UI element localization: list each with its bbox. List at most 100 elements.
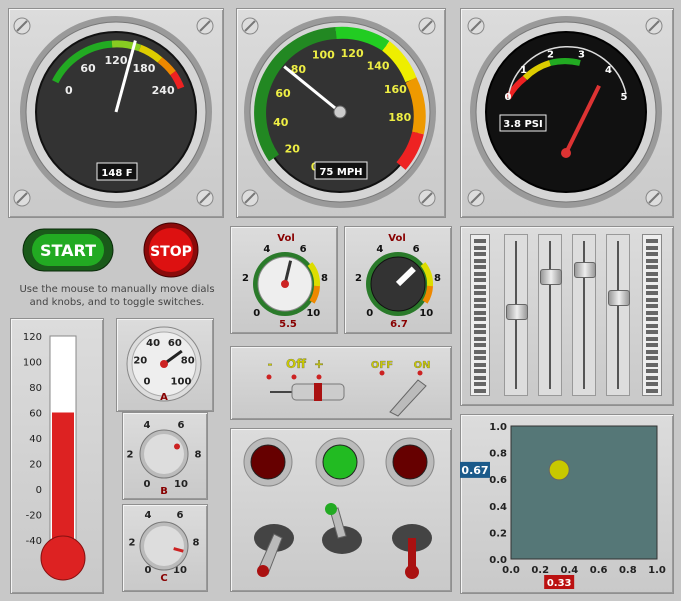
level-meter-segment: [646, 375, 658, 380]
speed-tick-label: 40: [273, 116, 289, 129]
thermometer[interactable]: 120 100 80 60 40 20 0 -20 -40: [10, 318, 102, 592]
start-button[interactable]: START: [22, 228, 114, 272]
thermometer-fill: [52, 412, 74, 554]
dial-a-label: A: [160, 392, 168, 403]
knob-b-label: B: [160, 486, 168, 497]
speed-tick-label: 100: [312, 48, 335, 61]
on-off-toggle-switch[interactable]: [389, 379, 427, 417]
level-meter-segment: [474, 369, 486, 373]
pressure-tick-label: 3: [578, 50, 585, 61]
level-meter-segment: [646, 310, 658, 315]
slider-track-2[interactable]: [538, 234, 562, 396]
xy-pad-y-tick-label: 0.2: [489, 528, 507, 539]
level-meter-segment: [646, 323, 658, 328]
dial-a[interactable]: 0 20 40 60 80 100 A: [116, 318, 212, 410]
level-meter-segment: [474, 297, 486, 302]
level-meter-segment: [646, 252, 658, 256]
xy-pad-x-readout: 0.33: [547, 578, 572, 589]
volume-knob-1-tick-label: 6: [300, 244, 307, 255]
slider-track-1[interactable]: [504, 234, 528, 396]
level-meter-segment: [646, 265, 658, 269]
level-meter-right: [642, 234, 662, 396]
xy-pad-y-readout: 0.67: [461, 464, 488, 477]
three-way-slide-switch[interactable]: [270, 383, 345, 401]
level-meter-segment: [474, 284, 486, 289]
slider-thumb-4[interactable]: [608, 290, 630, 306]
slider-thumb-3[interactable]: [574, 262, 596, 278]
level-meter-segment: [474, 388, 486, 393]
toggle-switch-1[interactable]: [254, 524, 294, 577]
xy-pad-x-tick-label: 0.8: [619, 565, 637, 576]
xy-pad-y-tick-label: 1.0: [489, 422, 507, 433]
temperature-tick-label: 120: [105, 54, 128, 67]
pressure-tick-label: 5: [620, 92, 627, 103]
knob-b-tick-label: 6: [178, 420, 185, 431]
knob-c-tick-label: 4: [145, 510, 152, 521]
xy-pad-ball[interactable]: [548, 459, 570, 481]
thermometer-tick-label: 120: [23, 332, 42, 343]
temperature-tick-label: 240: [152, 84, 175, 97]
knob-c[interactable]: 024 6810 C: [122, 504, 206, 590]
level-meter-segment: [474, 278, 486, 282]
stop-button-label: STOP: [150, 244, 192, 260]
instructions-text: Use the mouse to manually move dials and…: [19, 284, 215, 308]
xy-pad-area[interactable]: [510, 425, 658, 560]
toggle-on-label: ON: [414, 360, 431, 371]
toggle-switch-2[interactable]: [322, 503, 362, 554]
thermometer-tick-label: 80: [29, 383, 42, 394]
volume-knob-2-title: Vol: [388, 233, 406, 244]
xy-pad[interactable]: 0.0 0.2 0.4 0.6 0.8 1.0 1.0 0.8 0.6 0.4 0.2 0.0 0.…: [460, 414, 672, 592]
level-meter-segment: [474, 265, 486, 269]
volume-knob-1-title: Vol: [277, 233, 295, 244]
slider-track-4[interactable]: [606, 234, 630, 396]
level-meter-segment: [646, 369, 658, 373]
volume-knob-1[interactable]: Vol 0 2 4 6 8 10 5.5: [230, 226, 336, 332]
level-meter-segment: [474, 362, 486, 367]
slider-thumb-2[interactable]: [540, 269, 562, 285]
speed-gauge: 020406080100120140160180 75 MPH: [241, 16, 436, 208]
thermometer-tick-label: 40: [29, 434, 42, 445]
stop-button[interactable]: STOP: [139, 222, 203, 278]
level-meter-segment: [474, 291, 486, 295]
toggle-switch-3[interactable]: [392, 524, 432, 579]
dial-a-tick-label: 40: [146, 338, 160, 349]
level-meter-segment: [474, 323, 486, 328]
level-meter-segment: [646, 356, 658, 360]
start-button-label: START: [40, 241, 96, 260]
slider-track-3[interactable]: [572, 234, 596, 396]
knob-b-tick-label: 10: [174, 479, 188, 490]
xy-pad-x-tick-label: 0.6: [590, 565, 608, 576]
xy-pad-y-tick-label: 0.8: [489, 449, 507, 460]
level-meter-segment: [646, 388, 658, 393]
xy-pad-y-tick-label: 0.4: [489, 502, 507, 513]
slider-thumb-1[interactable]: [506, 304, 528, 320]
level-meter-segment: [646, 343, 658, 347]
volume-knob-1-tick-label: 0: [253, 308, 260, 319]
volume-knob-2[interactable]: Vol 0 2 4 6 8 10 6.7: [344, 226, 450, 332]
level-meter-segment: [646, 258, 658, 263]
level-meter-segment: [646, 330, 658, 334]
volume-knob-2-tick-label: 8: [434, 273, 441, 284]
switches: - Off + OFF ON: [266, 357, 431, 417]
thermometer-tick-label: -40: [26, 536, 42, 547]
level-meter-segment: [646, 304, 658, 308]
volume-knob-2-tick-label: 10: [419, 308, 433, 319]
dial-a-tick-label: 20: [133, 356, 147, 367]
toggle-off-label: OFF: [371, 360, 393, 371]
volume-knob-1-readout: 5.5: [279, 319, 297, 330]
level-meter-segment: [646, 297, 658, 302]
level-meter-segment: [646, 317, 658, 321]
knob-c-tick-label: 2: [129, 538, 136, 549]
level-meter-segment: [646, 291, 658, 295]
level-meter-segment: [474, 343, 486, 347]
level-meter-segment: [474, 317, 486, 321]
speed-tick-label: 180: [388, 111, 411, 124]
indicator-light-3: [392, 444, 428, 480]
knob-b-tick-label: 4: [144, 420, 151, 431]
indicator-light-2: [322, 444, 358, 480]
thermometer-tick-label: 60: [29, 409, 42, 420]
temperature-tick-label: 180: [132, 62, 155, 75]
level-meter-segment: [646, 245, 658, 250]
knob-b[interactable]: 0 2 4 6 8 10 B: [122, 412, 206, 498]
volume-knob-1-tick-label: 10: [306, 308, 320, 319]
